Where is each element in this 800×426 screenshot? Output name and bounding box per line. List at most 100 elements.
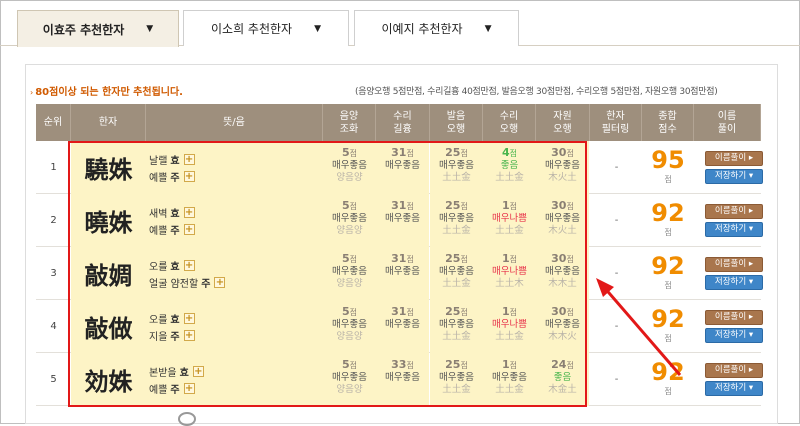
score-points: 5점 xyxy=(341,146,358,159)
hanja-characters: 効姝 xyxy=(71,353,146,406)
name-analysis-button[interactable]: 이름풀이 ▸ xyxy=(705,363,763,378)
meaning-cell: 오를 효 + 얼굴 얌전할 주 + xyxy=(146,247,323,300)
sound: 효 xyxy=(170,262,180,273)
save-button[interactable]: 저장하기 ▾ xyxy=(705,328,763,343)
score-points: 4점 xyxy=(501,146,518,159)
plus-icon[interactable]: + xyxy=(183,207,195,218)
score-cell: 5점 매우좋음 양음양 xyxy=(323,247,376,300)
tab-3[interactable]: 이예지 추천한자 ▼ xyxy=(354,10,519,46)
column-header: 자원 오행 xyxy=(536,104,590,141)
hanja-characters: 敲婤 xyxy=(71,247,146,300)
score-rating: 매우좋음 xyxy=(439,160,474,171)
save-button[interactable]: 저장하기 ▾ xyxy=(705,275,763,290)
column-header: 이름 풀이 xyxy=(694,104,761,141)
meaning-cell: 새벽 효 + 예쁠 주 + xyxy=(146,194,323,247)
meaning-line: 지을 주 + xyxy=(149,327,323,344)
save-button[interactable]: 저장하기 ▾ xyxy=(705,169,763,184)
name-analysis-button[interactable]: 이름풀이 ▸ xyxy=(705,310,763,325)
score-cell: 30점 매우좋음 木木土 xyxy=(536,247,589,300)
score-rating: 매우나쁨 xyxy=(492,213,527,224)
sound: 주 xyxy=(170,226,180,237)
tab-3-label: 이예지 추천한자 xyxy=(381,22,463,36)
plus-icon[interactable]: + xyxy=(183,330,195,341)
plus-icon[interactable]: + xyxy=(183,224,195,235)
filter-cell: - xyxy=(614,321,619,332)
score-detail: 土土金 xyxy=(442,278,471,289)
meaning: 예쁠 xyxy=(149,226,168,237)
score-detail: 土土金 xyxy=(495,384,524,395)
actions-cell: 이름풀이 ▸ 저장하기 ▾ xyxy=(694,247,763,300)
table-row: 3 敲婤 오를 효 + 얼굴 얌전할 주 +5점 매우좋음 양음양 31점 매우좋음 25점 매우좋음 土土… xyxy=(36,247,763,300)
score-points: 1점 xyxy=(501,252,518,265)
notice: › 80점이상 되는 한자만 추천됩니다. xyxy=(30,83,183,98)
score-points: 31점 xyxy=(391,305,414,318)
name-analysis-button[interactable]: 이름풀이 ▸ xyxy=(705,257,763,272)
score-cell: 33점 매우좋음 xyxy=(376,353,429,406)
plus-icon[interactable]: + xyxy=(183,171,195,182)
score-detail: 木火土 xyxy=(548,225,577,236)
plus-icon[interactable]: + xyxy=(214,277,226,288)
score-cell: 5점 매우좋음 양음양 xyxy=(323,141,376,194)
save-button[interactable]: 저장하기 ▾ xyxy=(705,222,763,237)
total-score: 92 점 xyxy=(642,353,694,406)
score-cell: 25점 매우좋음 土土金 xyxy=(430,300,483,353)
meaning-cell: 본받을 효 + 예쁠 주 + xyxy=(146,353,323,406)
score-detail: 土土金 xyxy=(495,172,524,183)
score-points: 25점 xyxy=(445,146,468,159)
tab-1[interactable]: 이효주 추천한자 ▼ xyxy=(17,10,179,47)
actions-cell: 이름풀이 ▸ 저장하기 ▾ xyxy=(694,194,763,247)
total-unit: 점 xyxy=(664,281,672,290)
name-analysis-button[interactable]: 이름풀이 ▸ xyxy=(705,151,763,166)
total-number: 92 xyxy=(651,199,685,227)
chevron-down-icon: ▼ xyxy=(314,23,322,34)
tab-2[interactable]: 이소희 추천한자 ▼ xyxy=(183,10,349,46)
column-header: 한자 필터링 xyxy=(590,104,642,141)
score-points: 1점 xyxy=(501,358,518,371)
actions-cell: 이름풀이 ▸ 저장하기 ▾ xyxy=(694,300,763,353)
score-points: 31점 xyxy=(391,199,414,212)
score-points: 5점 xyxy=(341,199,358,212)
rank: 4 xyxy=(50,321,57,332)
column-header: 음양 조화 xyxy=(323,104,376,141)
plus-icon[interactable]: + xyxy=(183,154,195,165)
rank: 2 xyxy=(50,215,57,226)
save-button[interactable]: 저장하기 ▾ xyxy=(705,381,763,396)
meaning-line: 예쁠 주 + xyxy=(149,380,323,397)
score-points: 1점 xyxy=(501,199,518,212)
hanja-characters: 曉姝 xyxy=(71,194,146,247)
score-points: 25점 xyxy=(445,305,468,318)
plus-icon[interactable]: + xyxy=(183,383,195,394)
plus-icon[interactable]: + xyxy=(183,260,195,271)
score-rating: 매우좋음 xyxy=(439,319,474,330)
plus-icon[interactable]: + xyxy=(192,366,204,377)
score-cell: 31점 매우좋음 xyxy=(376,194,429,247)
score-rating: 매우좋음 xyxy=(439,372,474,383)
score-points: 25점 xyxy=(445,252,468,265)
plus-icon[interactable]: + xyxy=(183,313,195,324)
score-rating: 매우좋음 xyxy=(545,319,580,330)
score-detail: 木火土 xyxy=(548,172,577,183)
score-cell: 1점 매우나쁨 土土金 xyxy=(483,194,536,247)
score-cell: 30점 매우좋음 木火土 xyxy=(536,141,589,194)
score-points: 30점 xyxy=(551,305,574,318)
table-row: 1 驍姝 날랠 효 + 예쁠 주 +5점 매우좋음 양음양 31점 매우좋음 25점 매우좋음 土土金 4점 좋… xyxy=(36,141,763,194)
meaning: 얼굴 얌전할 xyxy=(149,279,199,290)
score-cell: 1점 매우나쁨 土土木 xyxy=(483,247,536,300)
score-rating: 매우좋음 xyxy=(332,266,367,277)
score-rating: 매우좋음 xyxy=(385,160,420,171)
column-header: 종합 점수 xyxy=(642,104,694,141)
column-header: 발음 오행 xyxy=(430,104,483,141)
score-rating: 매우좋음 xyxy=(385,319,420,330)
name-analysis-button[interactable]: 이름풀이 ▸ xyxy=(705,204,763,219)
tab-1-label: 이효주 추천한자 xyxy=(42,22,125,37)
score-points: 30점 xyxy=(551,252,574,265)
score-rating: 매우좋음 xyxy=(385,213,420,224)
notice-text: 80점이상 되는 한자만 추천됩니다. xyxy=(35,87,183,98)
score-cell: 1점 매우좋음 土土金 xyxy=(483,353,536,406)
score-points: 25점 xyxy=(445,358,468,371)
meaning-cell: 날랠 효 + 예쁠 주 + xyxy=(146,141,323,194)
sound: 효 xyxy=(170,315,180,326)
column-header: 뜻/음 xyxy=(146,104,323,141)
score-cell: 31점 매우좋음 xyxy=(376,247,429,300)
score-points: 1점 xyxy=(501,305,518,318)
